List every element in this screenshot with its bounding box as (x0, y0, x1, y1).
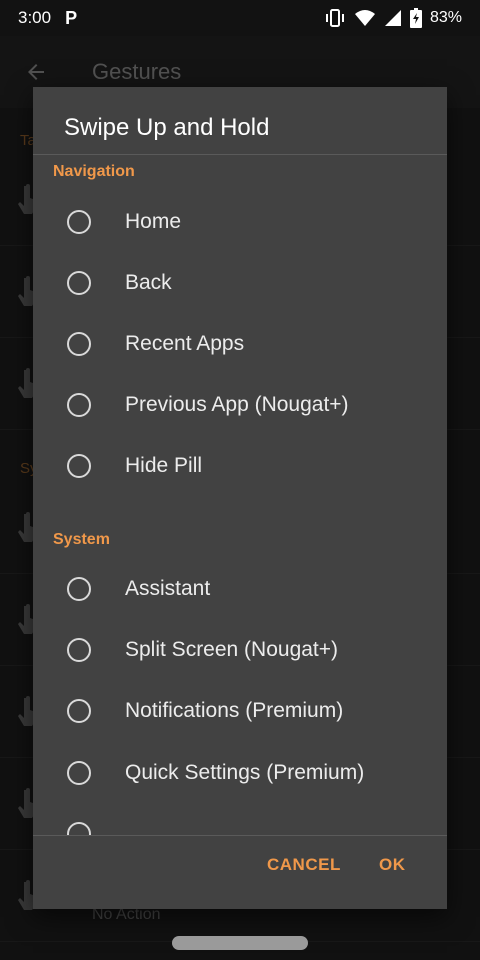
option-label: Previous App (Nougat+) (125, 392, 349, 416)
status-icons: 83% (324, 8, 462, 28)
option-label: Quick Settings (Premium) (125, 760, 365, 784)
option-recent-apps[interactable]: Recent Apps (33, 313, 447, 374)
radio-button[interactable] (67, 453, 91, 478)
radio-button[interactable] (67, 270, 91, 295)
radio-button[interactable] (67, 576, 91, 601)
option-label: Split Screen (Nougat+) (125, 637, 339, 661)
option-label: Hide Pill (125, 453, 203, 477)
radio-button[interactable] (67, 331, 91, 356)
wifi-icon (354, 10, 375, 26)
section-header-navigation: Navigation (53, 163, 135, 180)
option-quick-settings[interactable]: Quick Settings (Premium) (33, 742, 447, 803)
vibrate-icon (325, 9, 344, 27)
option-home[interactable]: Home (33, 191, 447, 252)
divider (33, 835, 447, 836)
option-assistant[interactable]: Assistant (33, 558, 447, 619)
radio-button[interactable] (67, 392, 91, 417)
parking-app-icon: P (65, 7, 78, 28)
option-previous-app[interactable]: Previous App (Nougat+) (33, 374, 447, 435)
radio-button[interactable] (67, 209, 91, 234)
section-header-system: System (53, 531, 110, 548)
radio-button[interactable] (67, 821, 91, 835)
gesture-nav-pill[interactable] (172, 936, 308, 950)
option-label: Back (125, 270, 172, 294)
ok-button[interactable]: OK (379, 855, 406, 875)
cancel-button[interactable]: CANCEL (267, 855, 341, 875)
radio-button[interactable] (67, 637, 91, 662)
battery-percent: 83% (429, 9, 462, 26)
option-hide-pill[interactable]: Hide Pill (33, 435, 447, 496)
dialog-title: Swipe Up and Hold (64, 114, 270, 141)
battery-icon (409, 8, 422, 28)
radio-button[interactable] (67, 698, 91, 723)
status-time: 3:00 (18, 8, 52, 27)
option-label: Notifications (Premium) (125, 698, 344, 722)
status-bar: 3:00 P 83% (0, 0, 480, 36)
radio-button[interactable] (67, 760, 91, 785)
option-partial-next[interactable] (33, 803, 447, 835)
signal-icon (384, 10, 401, 26)
option-back[interactable]: Back (33, 252, 447, 313)
options-list[interactable]: Navigation Home Back Recent Apps Previou… (33, 155, 447, 835)
option-split-screen[interactable]: Split Screen (Nougat+) (33, 619, 447, 680)
option-label: Home (125, 209, 182, 233)
option-notifications[interactable]: Notifications (Premium) (33, 680, 447, 741)
option-label: Recent Apps (125, 331, 245, 355)
gesture-action-dialog: Swipe Up and Hold Navigation Home Back R… (33, 87, 447, 909)
option-label: Assistant (125, 576, 211, 600)
